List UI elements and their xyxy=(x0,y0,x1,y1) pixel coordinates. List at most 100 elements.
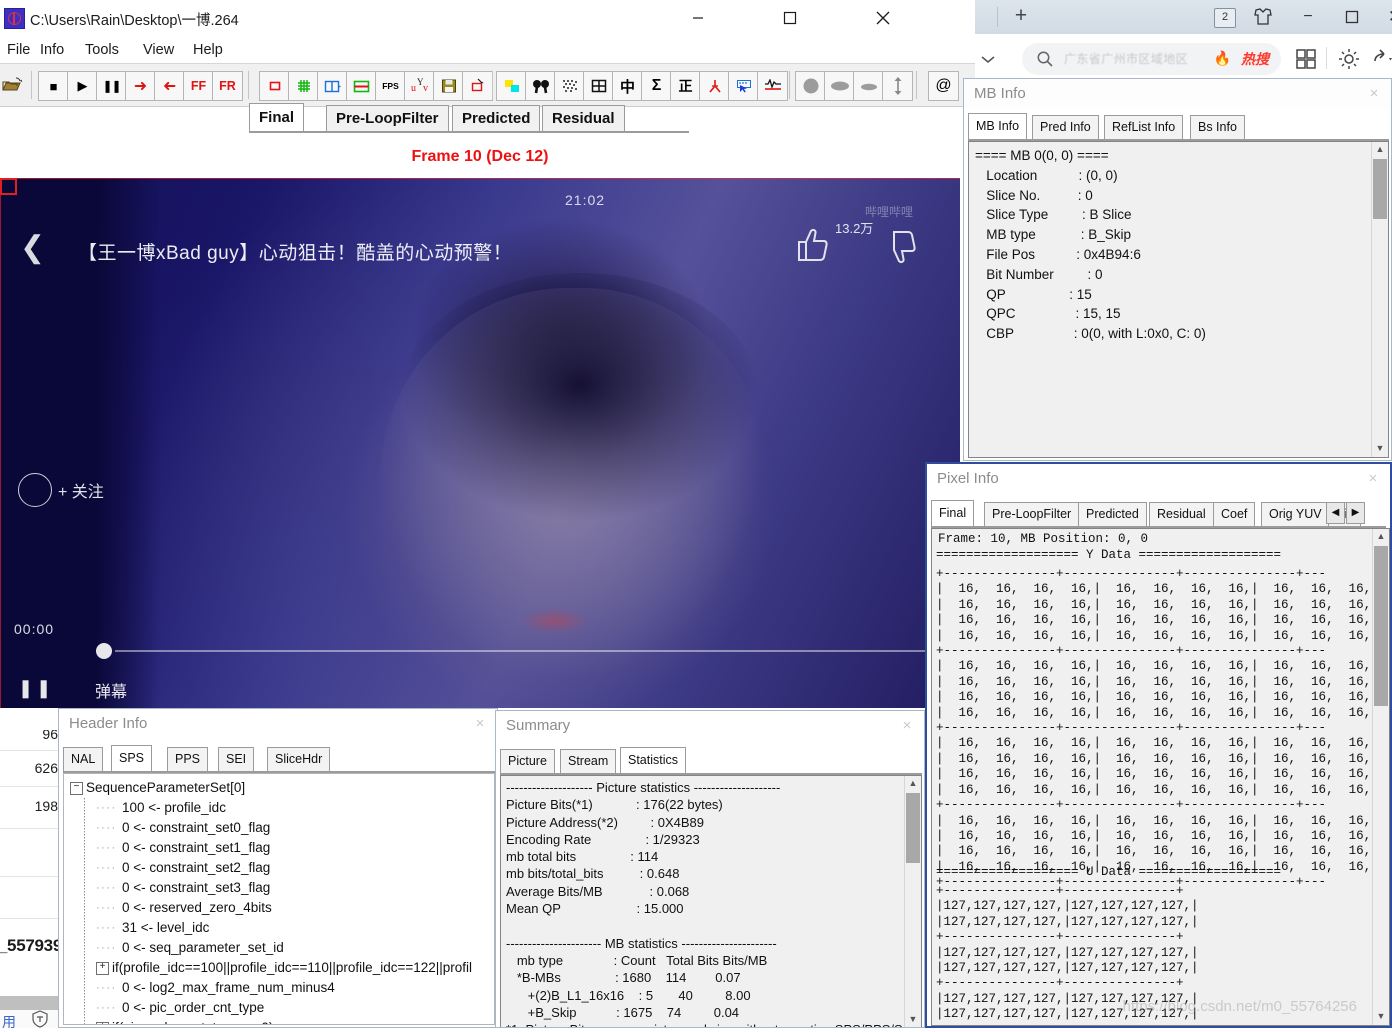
tab-count-badge[interactable]: 2 xyxy=(1214,8,1236,28)
circle-button[interactable] xyxy=(795,71,826,101)
fast-rewind-button[interactable]: FR xyxy=(212,71,243,101)
chevron-down-icon[interactable] xyxy=(977,48,999,70)
at-button[interactable]: @ xyxy=(928,71,959,101)
shield-icon[interactable] xyxy=(30,1010,50,1028)
tree-expand-icon[interactable]: + xyxy=(96,1021,109,1024)
sps-tree[interactable]: − SequenceParameterSet[0] ···· 100 <- profi… xyxy=(70,778,472,1024)
menu-info[interactable]: Info xyxy=(33,40,71,60)
open-file-button[interactable] xyxy=(0,71,27,101)
sun-icon[interactable] xyxy=(1337,47,1361,71)
tree-node[interactable]: ···· 0 <- constraint_set2_flag xyxy=(70,858,472,878)
back-arrow-icon[interactable]: ❮ xyxy=(20,230,45,265)
tree-collapse-icon[interactable]: − xyxy=(70,781,83,795)
pause-button[interactable]: ❚❚ xyxy=(96,71,127,101)
noise-button[interactable] xyxy=(554,71,585,101)
stop-button[interactable]: ■ xyxy=(38,71,69,101)
play-button[interactable]: ▶ xyxy=(67,71,98,101)
tab-pre-loopfilter[interactable]: Pre-LoopFilter xyxy=(984,502,1080,526)
summary-scrollbar[interactable]: ▲ ▼ xyxy=(904,776,921,1027)
tab-statistics[interactable]: Statistics xyxy=(620,747,687,773)
tab-sei[interactable]: SEI xyxy=(218,747,255,771)
tree-node[interactable]: ···· 0 <- constraint_set3_flag xyxy=(70,878,472,898)
vertical-resize-button[interactable] xyxy=(882,71,913,101)
header-info-close-button[interactable]: × xyxy=(469,713,491,735)
partition-button[interactable] xyxy=(317,71,348,101)
tab-reflist-info[interactable]: RefList Info xyxy=(1104,115,1184,139)
menu-view[interactable]: View xyxy=(136,40,181,60)
tree-expand-icon[interactable]: + xyxy=(96,961,109,975)
tab-predicted[interactable]: Predicted xyxy=(452,105,541,131)
tab-slicehdr[interactable]: SliceHdr xyxy=(267,747,331,771)
undo-icon[interactable] xyxy=(1370,47,1392,71)
sigma-button[interactable]: Σ xyxy=(641,71,672,101)
tree-node[interactable]: ···· 0 <- seq_parameter_set_id xyxy=(70,938,472,958)
tab-pps[interactable]: PPS xyxy=(167,747,209,771)
pixel-info-scrollbar[interactable]: ▲ ▼ xyxy=(1372,529,1389,1025)
select-button[interactable] xyxy=(728,71,759,101)
fps-button[interactable]: FPS xyxy=(375,71,406,101)
waveform-button[interactable] xyxy=(757,71,788,101)
browser-close-button[interactable]: ✕ xyxy=(1384,7,1392,27)
seek-handle[interactable] xyxy=(96,643,112,659)
tab-scroll-right-button[interactable]: ▶ xyxy=(1346,502,1365,524)
step-forward-button[interactable]: ➜ xyxy=(125,71,156,101)
fast-forward-button[interactable]: FF xyxy=(183,71,214,101)
menu-help[interactable]: Help xyxy=(186,40,230,60)
tab-residual[interactable]: Residual xyxy=(1149,502,1214,526)
summary-close-button[interactable]: × xyxy=(896,715,918,737)
zheng-button[interactable]: 正 xyxy=(670,71,701,101)
motion-vector-button[interactable]: uYv xyxy=(404,71,435,101)
tab-mb-info[interactable]: MB Info xyxy=(968,113,1028,139)
grid-overlay-button[interactable] xyxy=(288,71,319,101)
tree-node[interactable]: ···· 0 <- log2_max_frame_num_minus4 xyxy=(70,978,472,998)
search-button[interactable] xyxy=(525,71,556,101)
curve-button[interactable] xyxy=(699,71,730,101)
tree-node[interactable]: ···· 0 <- constraint_set1_flag xyxy=(70,838,472,858)
tab-nal[interactable]: NAL xyxy=(63,747,104,771)
tab-final[interactable]: Final xyxy=(931,500,975,526)
tab-pre-loopfilter[interactable]: Pre-LoopFilter xyxy=(326,105,449,131)
overlay-play-pause-button[interactable]: ❚❚ xyxy=(18,678,54,699)
browser-minimize-button[interactable]: − xyxy=(1297,7,1319,27)
step-back-button[interactable]: ➜ xyxy=(154,71,185,101)
avatar[interactable] xyxy=(18,473,52,507)
video-canvas[interactable]: 21:02 ❮ 【王一博xBad guy】心动狙击！酷盖的心动预警！ + 关注 … xyxy=(0,178,960,708)
mb-info-close-button[interactable]: × xyxy=(1363,83,1385,105)
follow-button[interactable]: + 关注 xyxy=(58,478,104,502)
table-button[interactable] xyxy=(583,71,614,101)
mb-info-scrollbar[interactable]: ▲ ▼ xyxy=(1371,142,1388,457)
shirt-icon[interactable] xyxy=(1252,7,1274,27)
menu-tools[interactable]: Tools xyxy=(78,40,126,60)
minimize-button[interactable] xyxy=(675,0,721,36)
ellipse-small-button[interactable] xyxy=(853,71,884,101)
tab-picture[interactable]: Picture xyxy=(500,749,555,773)
tab-residual[interactable]: Residual xyxy=(542,105,625,131)
thumbs-down-icon[interactable] xyxy=(883,228,919,275)
tab-scroll-left-button[interactable]: ◀ xyxy=(1326,502,1345,524)
tab-sps[interactable]: SPS xyxy=(111,745,153,771)
slice-split-button[interactable] xyxy=(346,71,377,101)
maximize-button[interactable] xyxy=(767,0,813,36)
tree-node[interactable]: − SequenceParameterSet[0] xyxy=(70,778,472,798)
tree-node[interactable]: ···· 100 <- profile_idc xyxy=(70,798,472,818)
tab-pred-info[interactable]: Pred Info xyxy=(1032,115,1099,139)
pixel-info-close-button[interactable]: × xyxy=(1362,468,1384,490)
tree-node[interactable]: ···· 0 <- pic_order_cnt_type xyxy=(70,998,472,1018)
color-button[interactable] xyxy=(496,71,527,101)
tree-node[interactable]: ···· 0 <- constraint_set0_flag xyxy=(70,818,472,838)
new-tab-button[interactable]: + xyxy=(1009,5,1033,29)
browser-search-box[interactable]: 广东省广州市区域地区 🔥 热搜 xyxy=(1022,43,1281,75)
danmaku-toggle-button[interactable]: 弹幕 xyxy=(95,678,127,702)
tree-node[interactable]: ···· 31 <- level_idc xyxy=(70,918,472,938)
tab-predicted[interactable]: Predicted xyxy=(1078,502,1147,526)
chinese-button[interactable]: 中 xyxy=(612,71,643,101)
crop-button[interactable] xyxy=(462,71,493,101)
tree-node[interactable]: +if(pic_order_cnt_type == 0) xyxy=(70,1018,472,1024)
tab-orig-yuv[interactable]: Orig YUV xyxy=(1261,502,1330,526)
mb-border-button[interactable] xyxy=(259,71,290,101)
apps-grid-icon[interactable] xyxy=(1295,48,1317,70)
save-button[interactable] xyxy=(433,71,464,101)
ellipse-wide-button[interactable] xyxy=(824,71,855,101)
close-button[interactable] xyxy=(860,0,906,36)
tab-stream[interactable]: Stream xyxy=(560,749,617,773)
